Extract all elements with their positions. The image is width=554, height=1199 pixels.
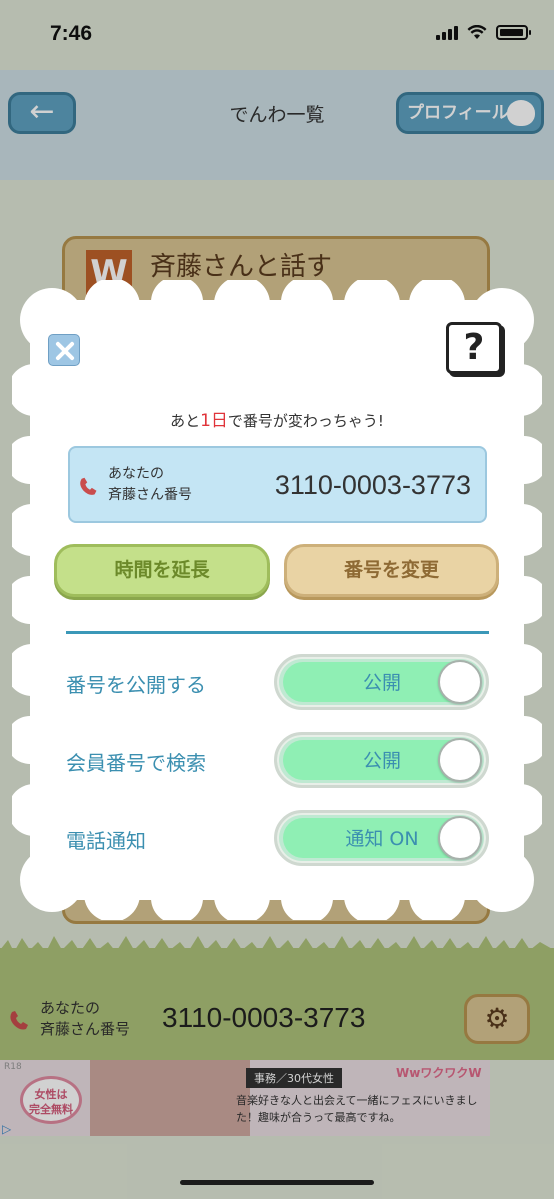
phone-number-value: 3110-0003-3773	[274, 470, 471, 500]
setting-label-publish-number: 番号を公開する	[66, 673, 206, 697]
toggle-publish-number[interactable]: 公開	[274, 654, 489, 710]
close-button[interactable]	[48, 334, 80, 366]
toggle-knob[interactable]	[438, 816, 482, 860]
remaining-suffix: で番号が変わっちゃう!	[227, 412, 384, 430]
remaining-days: 1日	[200, 411, 228, 431]
change-number-button[interactable]: 番号を変更	[284, 544, 499, 597]
remaining-days-notice: あと1日で番号が変わっちゃう!	[0, 406, 554, 431]
setting-label-call-notification: 電話通知	[66, 829, 146, 853]
number-label-line2: 斉藤さん番号	[108, 487, 192, 503]
toggle-member-search[interactable]: 公開	[274, 732, 489, 788]
phone-icon	[80, 477, 97, 495]
toggle-knob[interactable]	[438, 738, 482, 782]
setting-label-member-search: 会員番号で検索	[66, 751, 206, 775]
help-button[interactable]: ?	[446, 322, 502, 374]
remaining-prefix: あと	[170, 412, 201, 430]
number-label-line1: あなたの	[108, 466, 164, 482]
phone-number-label: あなたの 斉藤さん番号	[108, 464, 192, 506]
phone-number-box: あなたの 斉藤さん番号 3110-0003-3773	[68, 446, 487, 523]
toggle-call-notification[interactable]: 通知 ON	[274, 810, 489, 866]
toggle-knob[interactable]	[438, 660, 482, 704]
extend-time-button[interactable]: 時間を延長	[54, 544, 270, 597]
divider	[66, 631, 489, 634]
